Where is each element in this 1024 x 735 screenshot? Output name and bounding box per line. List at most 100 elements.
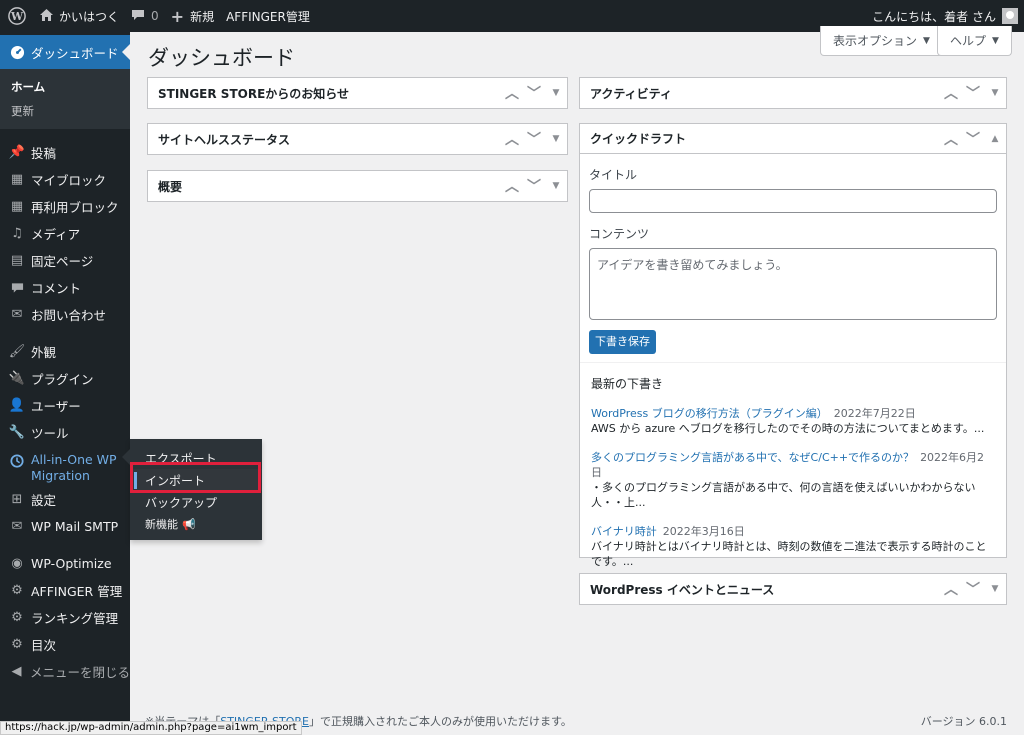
toggle-panel-icon[interactable]: ▼: [545, 88, 567, 98]
move-up-icon[interactable]: ︿: [501, 83, 523, 103]
sidebar-item-label: 目次: [31, 638, 57, 653]
comments-count: 0: [151, 9, 159, 23]
sidebar-subitem-updates[interactable]: 更新: [0, 99, 130, 123]
sidebar-item-wp-optimize[interactable]: ◉ WP-Optimize: [0, 550, 130, 577]
user-icon: 👤: [8, 398, 26, 413]
sidebar-item-label: 設定: [31, 493, 57, 508]
move-up-icon[interactable]: ︿: [940, 579, 962, 599]
optimize-icon: ◉: [11, 556, 23, 571]
sidebar-subitem-home[interactable]: ホーム: [0, 75, 130, 99]
move-up-icon[interactable]: ︿: [940, 129, 962, 149]
widget-site-health: サイトヘルスステータス ︿ ﹀ ▼: [147, 123, 568, 155]
move-up-icon[interactable]: ︿: [940, 83, 962, 103]
sidebar-item-comments[interactable]: コメント: [0, 274, 130, 301]
grid-icon: ▦: [10, 172, 24, 187]
comment-icon: [131, 9, 145, 24]
new-content-link[interactable]: + 新規: [165, 0, 220, 32]
sidebar-item-all-in-one-migration[interactable]: All-in-One WP Migration: [0, 446, 130, 486]
admin-sidebar: ダッシュボード ホーム 更新 📌 投稿 ▦ マイブロック ▦ 再利用ブロック ♫…: [0, 32, 130, 735]
save-draft-button[interactable]: 下書き保存: [589, 330, 656, 354]
main-content: 表示オプション ▼ ヘルプ ▼ ダッシュボード STINGER STOREからのお知…: [130, 26, 1024, 735]
wordpress-logo-icon[interactable]: W: [0, 0, 34, 32]
sidebar-item-media[interactable]: ♫ メディア: [0, 220, 130, 247]
sidebar-item-posts[interactable]: 📌 投稿: [0, 139, 130, 166]
help-button[interactable]: ヘルプ ▼: [937, 26, 1012, 56]
site-name: かいはつく: [59, 9, 120, 24]
draft-content-textarea[interactable]: アイデアを書き留めてみましょう。: [589, 248, 997, 320]
pin-icon: 📌: [8, 145, 26, 160]
gear-icon: ⚙: [11, 583, 23, 598]
move-up-icon[interactable]: ︿: [501, 129, 523, 149]
sidebar-item-ranking[interactable]: ⚙ ランキング管理: [0, 604, 130, 631]
widget-title: アクティビティ: [590, 86, 672, 101]
draft-excerpt: バイナリ時計とはバイナリ時計とは、時刻の数値を二進法で表示する時計のことです。.…: [591, 540, 987, 568]
move-down-icon[interactable]: ﹀: [523, 176, 545, 196]
move-down-icon[interactable]: ﹀: [962, 579, 984, 599]
move-up-icon[interactable]: ︿: [501, 176, 523, 196]
move-down-icon[interactable]: ﹀: [962, 83, 984, 103]
draft-link[interactable]: 多くのプログラミング言語がある中で、なぜC/C++で作るのか？: [591, 451, 914, 464]
affinger-admin-link[interactable]: AFFINGER管理: [220, 0, 316, 32]
sidebar-item-appearance[interactable]: 🖌 外観: [0, 338, 130, 365]
move-down-icon[interactable]: ﹀: [523, 83, 545, 103]
move-down-icon[interactable]: ﹀: [962, 129, 984, 149]
widget-title: WordPress イベントとニュース: [590, 582, 775, 597]
widget-quick-draft: クイックドラフト ︿ ﹀ ▲ タイトル コンテンツ アイデアを書き留めてみましょう。…: [579, 123, 1007, 568]
sidebar-item-affinger[interactable]: ⚙ AFFINGER 管理: [0, 577, 130, 604]
mail-icon: ✉: [11, 307, 23, 322]
widget-title: クイックドラフト: [590, 132, 687, 146]
screen-options-label: 表示オプション: [833, 34, 918, 48]
sidebar-item-label: プラグイン: [31, 372, 94, 387]
mail-icon: ✉: [11, 519, 23, 534]
sidebar-item-tools[interactable]: 🔧 ツール: [0, 419, 130, 446]
comments-link[interactable]: 0: [125, 0, 165, 32]
list-item: バイナリ時計 2022年3月16日 バイナリ時計とはバイナリ時計とは、時刻の数値を…: [591, 524, 995, 569]
plugin-icon: 🔌: [8, 371, 26, 386]
media-icon: ♫: [11, 226, 23, 241]
sidebar-item-label: WP-Optimize: [31, 556, 112, 571]
toggle-panel-icon[interactable]: ▼: [545, 181, 567, 191]
sidebar-item-dashboard[interactable]: ダッシュボード: [0, 35, 130, 69]
sidebar-item-wp-mail-smtp[interactable]: ✉ WP Mail SMTP: [0, 513, 130, 540]
draft-excerpt: AWS から azure へブログを移行したのでその時の方法についてまとめます。…: [591, 422, 985, 435]
sidebar-item-label: 外観: [31, 345, 57, 360]
grid-icon: ▦: [10, 199, 24, 214]
collapse-menu-button[interactable]: ◀ メニューを閉じる: [0, 658, 130, 685]
sidebar-item-label: Migration: [31, 468, 90, 483]
sidebar-item-pages[interactable]: ▤ 固定ページ: [0, 247, 130, 274]
sidebar-item-label: WP Mail SMTP: [31, 519, 119, 534]
toggle-panel-icon[interactable]: ▼: [984, 584, 1006, 594]
sidebar-item-toc[interactable]: ⚙ 目次: [0, 631, 130, 658]
sidebar-item-my-blocks[interactable]: ▦ マイブロック: [0, 166, 130, 193]
draft-link[interactable]: バイナリ時計: [591, 525, 657, 538]
draft-title-input[interactable]: [589, 189, 997, 213]
screen-options-button[interactable]: 表示オプション ▼: [820, 26, 943, 56]
sidebar-item-users[interactable]: 👤 ユーザー: [0, 392, 130, 419]
page-icon: ▤: [10, 253, 24, 268]
widget-overview: 概要 ︿ ﹀ ▼: [147, 170, 568, 202]
draft-link[interactable]: WordPress ブログの移行方法（プラグイン編）: [591, 407, 828, 420]
browser-status-url: https://hack.jp/wp-admin/admin.php?page=…: [0, 721, 302, 735]
toggle-panel-icon[interactable]: ▼: [545, 134, 567, 144]
new-label: 新規: [190, 9, 215, 24]
sidebar-item-reusable-blocks[interactable]: ▦ 再利用ブロック: [0, 193, 130, 220]
wrench-icon: 🔧: [8, 425, 26, 440]
comment-icon: [9, 280, 25, 296]
migration-icon: [9, 453, 25, 469]
sidebar-item-contact[interactable]: ✉ お問い合わせ: [0, 301, 130, 328]
gear-icon: ⚙: [11, 610, 23, 625]
toggle-panel-up-icon[interactable]: ▲: [984, 134, 1006, 144]
sidebar-item-plugins[interactable]: 🔌 プラグイン: [0, 365, 130, 392]
site-name-link[interactable]: かいはつく: [34, 0, 125, 32]
widget-stinger-news: STINGER STOREからのお知らせ ︿ ﹀ ▼: [147, 77, 568, 109]
sidebar-item-label: ダッシュボード: [31, 45, 119, 61]
sidebar-item-label: 固定ページ: [31, 254, 94, 269]
move-down-icon[interactable]: ﹀: [523, 129, 545, 149]
sidebar-item-settings[interactable]: ⊞ 設定: [0, 486, 130, 513]
gear-icon: ⚙: [11, 637, 23, 652]
collapse-arrow-icon: ◀: [11, 664, 22, 679]
toggle-panel-icon[interactable]: ▼: [984, 88, 1006, 98]
sidebar-item-label: 投稿: [31, 146, 57, 161]
sidebar-item-label: 再利用ブロック: [31, 200, 119, 215]
page-title: ダッシュボード: [148, 46, 295, 70]
